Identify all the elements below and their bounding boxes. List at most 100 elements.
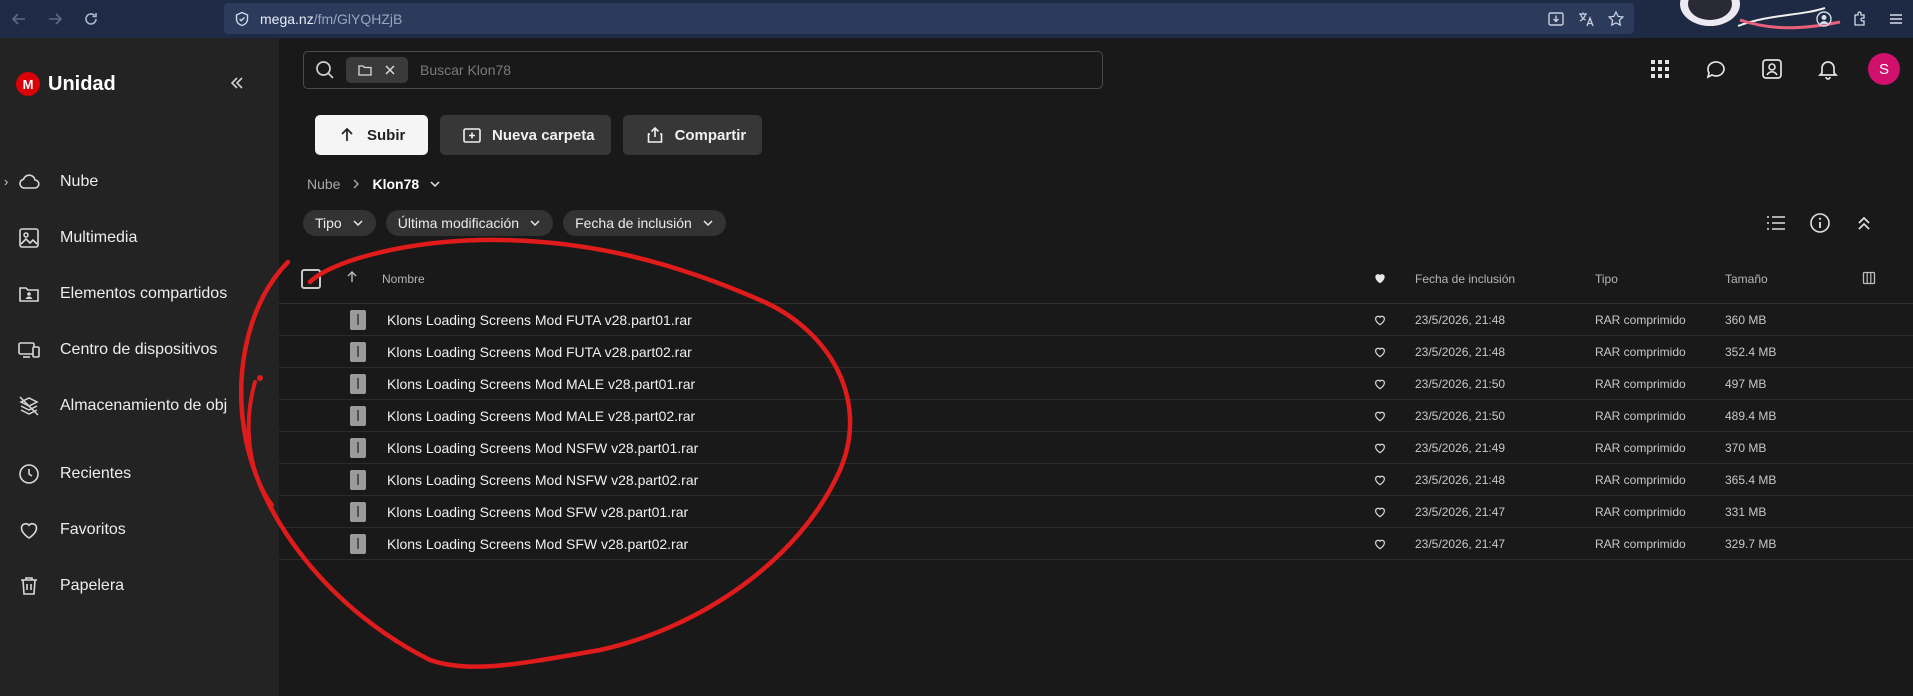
mega-logo-icon: M <box>16 72 40 96</box>
site-info-icon[interactable] <box>234 11 250 27</box>
bookmark-star-icon[interactable] <box>1606 9 1626 29</box>
url-host: mega.nz <box>260 10 314 27</box>
file-date: 23/5/2026, 21:48 <box>1415 473 1506 487</box>
favorite-heart-icon[interactable] <box>1373 505 1387 519</box>
sidebar-item-devices[interactable]: Centro de dispositivos <box>0 322 279 378</box>
favorite-heart-icon[interactable] <box>1373 313 1387 327</box>
address-bar[interactable]: mega.nz/fm/GlYQHZjB <box>224 3 1634 34</box>
new-folder-button[interactable]: Nueva carpeta <box>440 115 611 155</box>
select-all-checkbox[interactable] <box>301 269 321 289</box>
file-type: RAR comprimido <box>1595 409 1686 423</box>
file-name: Klons Loading Screens Mod MALE v28.part0… <box>387 376 696 392</box>
file-size: 352.4 MB <box>1725 345 1777 359</box>
file-size: 365.4 MB <box>1725 473 1777 487</box>
file-date: 23/5/2026, 21:47 <box>1415 537 1506 551</box>
extensions-icon[interactable] <box>1849 8 1871 30</box>
account-avatar[interactable]: S <box>1867 52 1901 86</box>
chevron-down-icon <box>702 217 714 229</box>
column-header-name[interactable]: Nombre <box>382 272 425 286</box>
apps-grid-icon[interactable] <box>1643 52 1677 86</box>
back-icon[interactable] <box>8 8 30 30</box>
table-row[interactable]: Klons Loading Screens Mod MALE v28.part0… <box>279 400 1913 432</box>
file-date: 23/5/2026, 21:48 <box>1415 313 1506 327</box>
notifications-bell-icon[interactable] <box>1811 52 1845 86</box>
column-header-size[interactable]: Tamaño <box>1725 272 1768 286</box>
favorite-heart-icon[interactable] <box>1373 345 1387 359</box>
file-name: Klons Loading Screens Mod NSFW v28.part0… <box>387 472 699 488</box>
filter-date-added-label: Fecha de inclusión <box>575 215 692 231</box>
chevron-down-icon[interactable] <box>429 178 441 190</box>
upload-button[interactable]: Subir <box>315 115 428 155</box>
file-date: 23/5/2026, 21:50 <box>1415 409 1506 423</box>
upload-label: Subir <box>367 126 406 144</box>
search-placeholder: Buscar Klon78 <box>420 62 512 78</box>
sidebar-item-label: Elementos compartidos <box>60 285 228 302</box>
file-name: Klons Loading Screens Mod FUTA v28.part0… <box>387 344 692 360</box>
url-actions <box>1546 9 1626 29</box>
sort-arrow-up-icon[interactable] <box>345 270 359 284</box>
devices-icon <box>16 337 42 363</box>
sidebar-item-object-storage[interactable]: Almacenamiento de obj <box>0 378 279 434</box>
filter-last-modified[interactable]: Última modificación <box>385 210 554 236</box>
contacts-icon[interactable] <box>1755 52 1789 86</box>
filter-type[interactable]: Tipo <box>303 210 376 236</box>
search-icon <box>314 59 336 81</box>
file-type: RAR comprimido <box>1595 345 1686 359</box>
search-scope-chip[interactable] <box>346 57 408 83</box>
install-app-icon[interactable] <box>1546 9 1566 29</box>
table-row[interactable]: Klons Loading Screens Mod FUTA v28.part0… <box>279 304 1913 336</box>
column-header-type[interactable]: Tipo <box>1595 272 1618 286</box>
favorite-heart-icon[interactable] <box>1373 409 1387 423</box>
reload-icon[interactable] <box>80 8 102 30</box>
table-row[interactable]: Klons Loading Screens Mod SFW v28.part01… <box>279 496 1913 528</box>
browser-menu-icon[interactable] <box>1885 8 1907 30</box>
chevron-right-icon <box>350 178 362 190</box>
table-row[interactable]: Klons Loading Screens Mod NSFW v28.part0… <box>279 432 1913 464</box>
arrow-up-icon <box>337 125 357 145</box>
filter-date-added[interactable]: Fecha de inclusión <box>563 210 726 236</box>
table-row[interactable]: Klons Loading Screens Mod MALE v28.part0… <box>279 368 1913 400</box>
info-icon[interactable] <box>1807 210 1833 236</box>
sidebar-item-favorites[interactable]: Favoritos <box>0 502 279 558</box>
sidebar-item-trash[interactable]: Papelera <box>0 558 279 614</box>
file-rar-icon <box>350 438 366 458</box>
profile-icon[interactable] <box>1813 8 1835 30</box>
sidebar-item-label: Multimedia <box>60 229 138 246</box>
favorite-column-heart-icon[interactable] <box>1373 271 1387 285</box>
object-storage-icon <box>16 393 42 419</box>
breadcrumb-root[interactable]: Nube <box>307 176 340 192</box>
favorite-heart-icon[interactable] <box>1373 537 1387 551</box>
sidebar-item-nube[interactable]: › Nube <box>0 154 279 210</box>
search-input[interactable]: Buscar Klon78 <box>303 51 1103 89</box>
favorite-heart-icon[interactable] <box>1373 377 1387 391</box>
favorite-heart-icon[interactable] <box>1373 473 1387 487</box>
table-row[interactable]: Klons Loading Screens Mod NSFW v28.part0… <box>279 464 1913 496</box>
browser-right-icons <box>1813 8 1907 30</box>
expand-caret-icon[interactable]: › <box>4 174 8 189</box>
browser-nav <box>0 0 224 38</box>
table-row[interactable]: Klons Loading Screens Mod SFW v28.part02… <box>279 528 1913 560</box>
chat-icon[interactable] <box>1699 52 1733 86</box>
brand-title: Unidad <box>48 72 116 95</box>
column-header-date[interactable]: Fecha de inclusión <box>1415 272 1515 286</box>
collapse-sidebar-icon[interactable] <box>224 70 250 96</box>
table-row[interactable]: Klons Loading Screens Mod FUTA v28.part0… <box>279 336 1913 368</box>
sidebar-item-recent[interactable]: Recientes <box>0 446 279 502</box>
forward-icon[interactable] <box>44 8 66 30</box>
heart-icon <box>16 517 42 543</box>
sidebar-item-shared[interactable]: Elementos compartidos <box>0 266 279 322</box>
clear-scope-icon[interactable] <box>383 63 397 77</box>
column-settings-icon[interactable] <box>1862 271 1876 285</box>
share-button[interactable]: Compartir <box>622 115 763 155</box>
browser-toolbar: mega.nz/fm/GlYQHZjB <box>0 0 1913 38</box>
view-controls <box>1763 210 1877 236</box>
collapse-up-icon[interactable] <box>1851 210 1877 236</box>
file-name: Klons Loading Screens Mod NSFW v28.part0… <box>387 440 699 456</box>
sidebar-item-multimedia[interactable]: Multimedia <box>0 210 279 266</box>
favorite-heart-icon[interactable] <box>1373 441 1387 455</box>
list-view-icon[interactable] <box>1763 210 1789 236</box>
sidebar-item-label: Papelera <box>60 577 125 594</box>
translate-icon[interactable] <box>1576 9 1596 29</box>
chevron-down-icon <box>352 217 364 229</box>
breadcrumb-current[interactable]: Klon78 <box>372 176 419 192</box>
